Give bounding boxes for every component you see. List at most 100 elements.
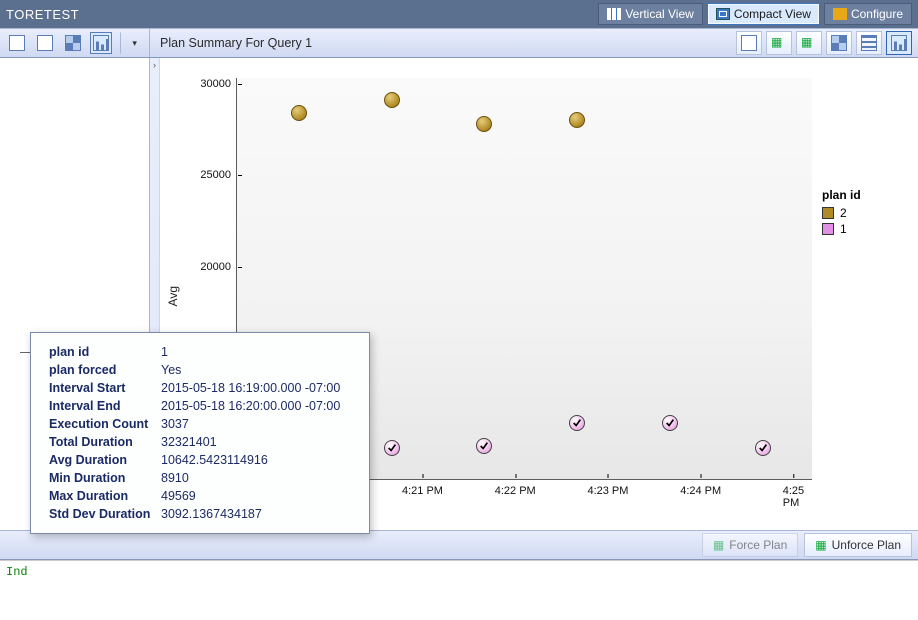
data-point[interactable] — [476, 438, 492, 454]
tooltip-row: Std Dev Duration3092.1367434187 — [45, 505, 355, 523]
tooltip-key: Min Duration — [45, 469, 157, 487]
action-icon-5 — [861, 35, 877, 51]
tb-action-3[interactable]: ▦ — [796, 31, 822, 55]
tb-action-6[interactable] — [886, 31, 912, 55]
grid-icon — [65, 35, 81, 51]
tooltip-row: Total Duration32321401 — [45, 433, 355, 451]
window-title: TORETEST — [6, 7, 79, 22]
legend-item[interactable]: 1 — [822, 222, 908, 236]
tooltip-row: plan id1 — [45, 343, 355, 361]
tooltip-key: Interval Start — [45, 379, 157, 397]
unforce-plan-icon: ▦ — [815, 538, 826, 552]
tb-action-2[interactable]: ▦ — [766, 31, 792, 55]
data-point[interactable] — [569, 112, 585, 128]
tooltip-value: 3037 — [157, 415, 355, 433]
toolbar-left-group: ▾ — [0, 29, 150, 57]
tooltip-value: 2015-05-18 16:20:00.000 -07:00 — [157, 397, 355, 415]
legend-label: 1 — [840, 222, 847, 236]
tooltip-row: Avg Duration10642.5423114916 — [45, 451, 355, 469]
legend-item[interactable]: 2 — [822, 206, 908, 220]
force-plan-label: Force Plan — [729, 538, 787, 552]
data-point[interactable] — [755, 440, 771, 456]
action-icon-1 — [741, 35, 757, 51]
bottom-info-text: Ind — [6, 565, 28, 579]
legend-swatch — [822, 207, 834, 219]
data-point[interactable] — [662, 415, 678, 431]
action-icon-2: ▦ — [771, 35, 787, 51]
tooltip-key: Std Dev Duration — [45, 505, 157, 523]
chevron-down-icon: ▾ — [132, 38, 137, 49]
tb-action-4[interactable] — [826, 31, 852, 55]
toolbar-right-group: ▦ ▦ — [730, 29, 918, 57]
tooltip-row: Execution Count3037 — [45, 415, 355, 433]
vertical-view-button[interactable]: Vertical View — [598, 3, 702, 25]
title-bar: TORETEST Vertical View Compact View Conf… — [0, 0, 918, 28]
dropdown-button[interactable]: ▾ — [120, 32, 143, 54]
tooltip-row: Interval End2015-05-18 16:20:00.000 -07:… — [45, 397, 355, 415]
view-chart-button[interactable] — [90, 32, 112, 54]
tooltip-key: Max Duration — [45, 487, 157, 505]
data-point[interactable] — [384, 92, 400, 108]
view-split-button[interactable] — [34, 32, 56, 54]
data-point[interactable] — [384, 440, 400, 456]
tooltip-key: plan forced — [45, 361, 157, 379]
x-tick: 4:21 PM — [402, 479, 443, 497]
tooltip-row: plan forcedYes — [45, 361, 355, 379]
x-tick: 4:24 PM — [680, 479, 721, 497]
tooltip-value: 2015-05-18 16:19:00.000 -07:00 — [157, 379, 355, 397]
tooltip-value: Yes — [157, 361, 355, 379]
tooltip-value: 1 — [157, 343, 355, 361]
compact-view-label: Compact View — [734, 7, 811, 21]
view-grid-button[interactable] — [62, 32, 84, 54]
bar-chart-icon — [93, 35, 109, 51]
tooltip-value: 10642.5423114916 — [157, 451, 355, 469]
x-tick: 4:22 PM — [495, 479, 536, 497]
action-icon-4 — [831, 35, 847, 51]
tooltip-key: plan id — [45, 343, 157, 361]
tooltip-value: 32321401 — [157, 433, 355, 451]
legend-header: plan id — [822, 188, 908, 202]
vertical-view-label: Vertical View — [625, 7, 693, 21]
tb-action-1[interactable] — [736, 31, 762, 55]
action-icon-3: ▦ — [801, 35, 817, 51]
configure-icon — [833, 8, 847, 20]
tooltip-value: 3092.1367434187 — [157, 505, 355, 523]
legend-swatch — [822, 223, 834, 235]
configure-button[interactable]: Configure — [824, 3, 912, 25]
legend-label: 2 — [840, 206, 847, 220]
unforce-plan-button[interactable]: ▦ Unforce Plan — [804, 533, 912, 557]
plan-action-bar: ▦ Force Plan ▦ Unforce Plan — [0, 530, 918, 560]
compact-view-button[interactable]: Compact View — [707, 3, 820, 25]
tooltip-key: Total Duration — [45, 433, 157, 451]
tooltip-row: Min Duration8910 — [45, 469, 355, 487]
panel-title: Plan Summary For Query 1 — [150, 29, 730, 57]
data-point[interactable] — [291, 105, 307, 121]
unforce-plan-label: Unforce Plan — [832, 538, 901, 552]
configure-label: Configure — [851, 7, 903, 21]
data-point[interactable] — [476, 116, 492, 132]
datapoint-tooltip: plan id1plan forcedYesInterval Start2015… — [30, 332, 370, 534]
force-plan-button[interactable]: ▦ Force Plan — [702, 533, 798, 557]
view-single-button[interactable] — [6, 32, 28, 54]
legend: plan id 2 1 — [822, 188, 908, 238]
data-point[interactable] — [569, 415, 585, 431]
bottom-info: Ind — [0, 560, 918, 620]
chart-toolbar: ▾ Plan Summary For Query 1 ▦ ▦ — [0, 28, 918, 58]
y-tick: 25000 — [200, 169, 237, 181]
tooltip-key: Interval End — [45, 397, 157, 415]
tooltip-value: 8910 — [157, 469, 355, 487]
vertical-view-icon — [607, 8, 621, 20]
split-icon — [37, 35, 53, 51]
tooltip-value: 49569 — [157, 487, 355, 505]
tooltip-row: Max Duration49569 — [45, 487, 355, 505]
tooltip-key: Execution Count — [45, 415, 157, 433]
force-plan-icon: ▦ — [713, 538, 724, 552]
tb-action-5[interactable] — [856, 31, 882, 55]
y-axis-label: Avg — [164, 286, 182, 306]
y-tick: 30000 — [200, 78, 237, 90]
y-tick: 20000 — [200, 261, 237, 273]
x-tick: 4:25 PM — [783, 479, 804, 509]
action-icon-6 — [891, 35, 907, 51]
single-icon — [9, 35, 25, 51]
tooltip-key: Avg Duration — [45, 451, 157, 469]
